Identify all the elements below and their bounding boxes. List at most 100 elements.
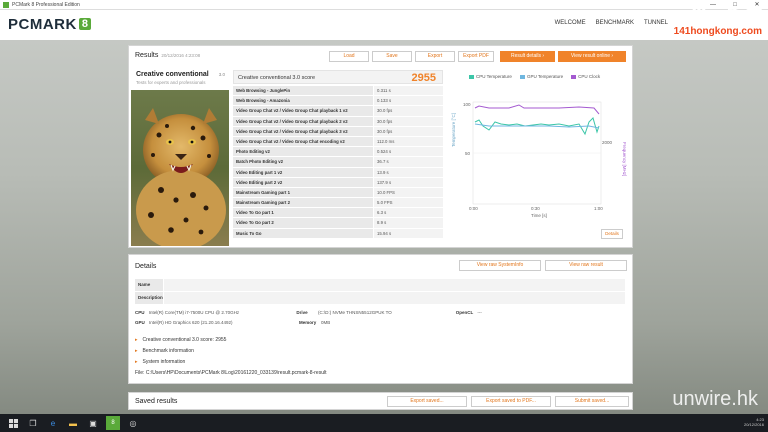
save-button[interactable]: Save xyxy=(372,51,412,62)
card-version: 3.0 xyxy=(218,72,225,77)
view-result-online-button[interactable]: View result online › xyxy=(558,51,626,62)
memory-label: Memory xyxy=(299,319,317,325)
legend-gpu-temp: GPU Temperature xyxy=(519,74,563,79)
pcmark-logo: PCMARK 8 xyxy=(8,16,92,33)
view-raw-result-button[interactable]: View raw result xyxy=(545,260,627,271)
result-row: Video Group Chat v2 / Video Group Chat p… xyxy=(233,116,443,127)
drive-label: Drive xyxy=(296,309,308,315)
score-label: Creative conventional 3.0 score xyxy=(238,75,316,81)
result-row-name: Mainstream Gaming part 1 xyxy=(233,187,373,198)
result-row-name: Web Browsing - JunglePin xyxy=(233,86,373,96)
hardware-info: CPU Intel(R) Core(TM) i7-7500U CPU @ 2.70… xyxy=(135,307,625,327)
pcmark-taskbar-icon[interactable]: 8 xyxy=(106,416,120,430)
windows-start-icon[interactable] xyxy=(6,416,20,430)
result-row: Video To Go part 2 8.9 s xyxy=(233,218,443,229)
result-row-name: Batch Photo Editing v2 xyxy=(233,157,373,167)
window-title: PCMark 8 Professional Edition xyxy=(12,1,80,8)
result-row: Photo Editing v2 0.524 s xyxy=(233,147,443,158)
saved-results-title: Saved results xyxy=(135,398,178,405)
ytick-left-50: 50 xyxy=(465,151,471,156)
x-axis-label: Time [s] xyxy=(531,213,547,218)
results-panel: Results 20/12/2016 4:23:08 Load Save Expo… xyxy=(128,45,633,248)
window-titlebar: PCMark 8 Professional Edition — □ ✕ xyxy=(0,0,768,10)
result-row-value: 30.0 fps xyxy=(374,116,443,126)
expand-benchmark-info[interactable]: ▸ Benchmark information xyxy=(135,346,326,357)
edge-icon[interactable]: e xyxy=(46,416,60,430)
load-button[interactable]: Load xyxy=(329,51,369,62)
result-row-name: Video Editing part 2 v2 xyxy=(233,177,373,187)
result-row: Video Group Chat v2 / Video Group Chat e… xyxy=(233,136,443,148)
card-subtitle: Tests for experts and professionals xyxy=(136,80,206,85)
store-icon[interactable]: ▣ xyxy=(86,416,100,430)
result-row-value: 0.524 s xyxy=(374,147,443,157)
export-saved-pdf-button[interactable]: Export saved to PDF... xyxy=(471,396,551,407)
description-label: Description xyxy=(135,292,163,304)
export-button[interactable]: Export xyxy=(415,51,455,62)
name-label: Name xyxy=(135,279,163,291)
result-row-name: Photo Editing v2 xyxy=(233,147,373,157)
watermark-top: 一世一香港 141hongkong.com xyxy=(672,6,763,38)
result-row-value: 10.0 FPS xyxy=(374,187,443,198)
nav-benchmark[interactable]: BENCHMARK xyxy=(596,20,634,26)
result-row: Web Browsing - Amazonia 0.133 s xyxy=(233,96,443,107)
ytick-left-100: 100 xyxy=(463,102,471,107)
saved-results-panel: Saved results Export saved... Export sav… xyxy=(128,392,633,410)
nav-welcome[interactable]: WELCOME xyxy=(555,20,586,26)
app-taskbar-icon[interactable]: ◎ xyxy=(126,416,140,430)
main-nav: WELCOME BENCHMARK TUNNEL xyxy=(555,20,668,26)
export-pdf-button[interactable]: Export PDF xyxy=(458,51,494,62)
result-row-name: Video Group Chat v2 / Video Group Chat e… xyxy=(233,136,373,147)
chart-legend: CPU Temperature GPU Temperature CPU Cloc… xyxy=(469,74,629,79)
submit-saved-button[interactable]: Submit saved... xyxy=(555,396,629,407)
windows-taskbar: ❐ e ▬ ▣ 8 ◎ 4:23 20/12/2016 xyxy=(0,414,768,432)
name-value xyxy=(164,279,625,291)
taskbar-clock[interactable]: 4:23 20/12/2016 xyxy=(744,417,764,427)
result-row: Video Group Chat v2 / Video Group Chat p… xyxy=(233,126,443,137)
task-view-icon[interactable]: ❐ xyxy=(26,416,40,430)
result-row: Video To Go part 1 6.3 s xyxy=(233,208,443,219)
gpu-value: Intel(R) HD Graphics 620 (21.20.16.4492) xyxy=(149,319,233,325)
opencl-label: OpenCL xyxy=(455,309,474,315)
details-title: Details xyxy=(135,263,157,270)
results-date: 20/12/2016 4:23:08 xyxy=(161,53,201,58)
result-details-button[interactable]: Result details › xyxy=(500,51,555,62)
y-axis-right-label: Frequency [MHz] xyxy=(622,142,627,176)
result-file-path: File: C:\Users\HP\Documents\PCMark 8\Log… xyxy=(135,370,327,376)
pcmark-app-icon xyxy=(3,1,9,8)
details-panel: Details View raw SystemInfo View raw res… xyxy=(128,254,633,384)
result-row: Video Editing part 2 v2 137.9 s xyxy=(233,177,443,188)
cpu-clock-line xyxy=(474,104,600,115)
result-row-name: Video Editing part 1 v2 xyxy=(233,167,373,177)
file-explorer-icon[interactable]: ▬ xyxy=(66,416,80,430)
result-row-value: 15.94 s xyxy=(374,228,443,238)
monitoring-chart: CPU Temperature GPU Temperature CPU Cloc… xyxy=(449,70,629,245)
expand-score[interactable]: ▸ Creative conventional 3.0 score: 2955 xyxy=(135,335,326,346)
xtick-60: 1:00 xyxy=(594,206,603,211)
result-row-name: Music To Go xyxy=(233,228,373,238)
ytick-right-2000: 2000 xyxy=(602,140,613,145)
export-saved-button[interactable]: Export saved... xyxy=(387,396,467,407)
result-row-value: 6.3 s xyxy=(374,208,443,218)
details-expanders: ▸ Creative conventional 3.0 score: 2955 ▸… xyxy=(135,335,326,379)
view-raw-systeminfo-button[interactable]: View raw SystemInfo xyxy=(459,260,541,271)
score-table: Creative conventional 3.0 score 2955 Web… xyxy=(233,70,443,239)
nav-tunnel[interactable]: TUNNEL xyxy=(644,20,668,26)
cpu-value: Intel(R) Core(TM) i7-7500U CPU @ 2.70GHz xyxy=(148,309,240,315)
watermark-bottom: unwire.hk xyxy=(672,388,758,410)
y-axis-left-label: Temperature [°C] xyxy=(451,113,456,147)
gpu-label: GPU xyxy=(135,319,145,325)
card-title: Creative conventional xyxy=(136,71,209,78)
expand-system-info[interactable]: ▸ System information xyxy=(135,357,326,368)
result-row-value: 8.9 s xyxy=(374,218,443,228)
results-title: Results 20/12/2016 4:23:08 xyxy=(135,52,201,59)
legend-cpu-temp: CPU Temperature xyxy=(469,74,512,79)
result-row-value: 0.311 s xyxy=(374,86,443,96)
chart-details-button[interactable]: Details xyxy=(601,229,623,239)
result-row: Web Browsing - JunglePin 0.311 s xyxy=(233,86,443,97)
result-row-value: 36.7 s xyxy=(374,157,443,167)
result-row-value: 30.0 fps xyxy=(374,106,443,116)
result-row-value: 5.0 FPS xyxy=(374,198,443,208)
result-row-name: Video Group Chat v2 / Video Group Chat p… xyxy=(233,116,373,126)
details-info: Name Description xyxy=(135,279,625,305)
drive-value: (C:\D:) NVMe THNSN5512GPUK TO xyxy=(318,309,392,315)
